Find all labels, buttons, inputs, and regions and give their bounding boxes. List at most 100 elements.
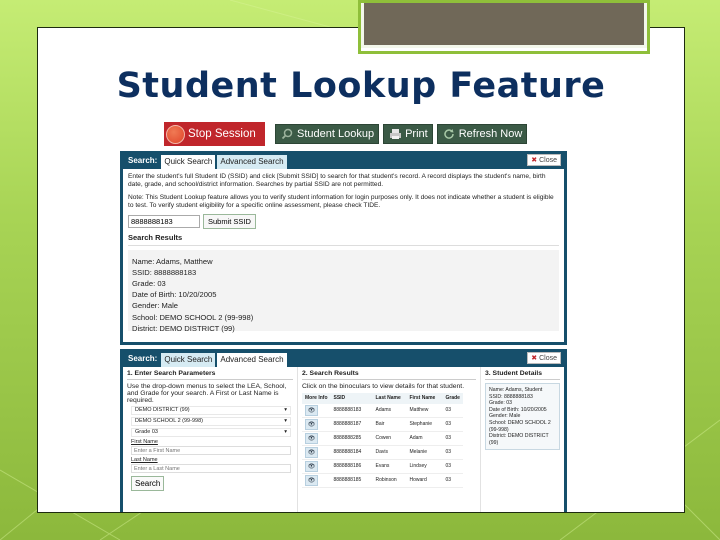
magnifier-icon <box>280 127 294 141</box>
ssid-input[interactable] <box>128 215 200 228</box>
detail-grade: Grade: 03 <box>489 400 513 407</box>
tab-quick-search[interactable]: Quick Search <box>161 353 216 367</box>
close-button[interactable]: ✖ Close <box>527 154 561 166</box>
result-dob: Date of Birth: 10/20/2005 <box>132 290 217 300</box>
student-details-column: 3. Student Details Name: Adams, Student … <box>481 367 564 512</box>
detail-name: Name: Adams, Student <box>489 387 543 393</box>
binoculars-icon[interactable]: 👁 <box>305 461 318 472</box>
binoculars-icon[interactable]: 👁 <box>305 475 318 486</box>
detail-ssid: SSID: 8888888183 <box>489 393 533 400</box>
result-ssid: SSID: 8888888183 <box>132 267 197 277</box>
quick-search-panel: Search: Quick Search Advanced Search ✖ Cl… <box>120 151 567 345</box>
submit-ssid-button[interactable]: Submit SSID <box>203 214 256 229</box>
search-results-title: Search Results <box>128 234 559 246</box>
cell-grade: 03 <box>442 459 463 474</box>
cell-ssid: 8888888187 <box>330 417 373 432</box>
more-info-cell: 👁 <box>302 404 331 418</box>
student-lookup-button[interactable]: Student Lookup <box>275 124 380 144</box>
header-last-name: Last Name <box>372 393 407 404</box>
binoculars-icon[interactable]: 👁 <box>305 405 318 416</box>
more-info-cell: 👁 <box>302 473 331 488</box>
cell-first: Stephanie <box>406 417 443 432</box>
print-button[interactable]: Print <box>383 124 433 144</box>
stop-session-button[interactable]: Stop Session <box>164 122 265 146</box>
school-select-value: DEMO SCHOOL 2 (99-998) <box>135 418 203 424</box>
stop-icon <box>166 124 185 144</box>
student-lookup-label: Student Lookup <box>297 128 375 140</box>
cell-first: Adam <box>406 431 443 446</box>
detail-school: School: DEMO SCHOOL 2 (99-998) <box>489 419 551 433</box>
decorative-box <box>361 0 647 48</box>
table-row: 👁 8888888184 Davis Melanie 03 <box>302 445 463 460</box>
last-name-label: Last Name <box>131 457 158 463</box>
district-select[interactable]: DEMO DISTRICT (99) ▾ <box>131 406 291 415</box>
close-label: Close <box>539 157 557 164</box>
more-info-cell: 👁 <box>302 417 331 432</box>
header-grade: Grade <box>442 393 463 404</box>
parameters-instructions: Use the drop-down menus to select the LE… <box>127 383 287 404</box>
cell-grade: 03 <box>442 473 463 488</box>
cell-last: Adams <box>372 404 407 418</box>
school-select[interactable]: DEMO SCHOOL 2 (99-998) ▾ <box>131 417 291 426</box>
slide: Student Lookup Feature Stop Session Stud… <box>37 27 685 513</box>
table-row: 👁 8888888285 Cowen Adam 03 <box>302 431 463 446</box>
panel-header: Search: Quick Search Advanced Search ✖ Cl… <box>123 151 564 169</box>
student-details-box: Name: Adams, Student SSID: 8888888183 Gr… <box>485 383 560 451</box>
instructions-text: Enter the student's full Student ID (SSI… <box>128 173 546 188</box>
student-details-title: 3. Student Details <box>485 370 560 380</box>
more-info-cell: 👁 <box>302 459 331 474</box>
cell-first: Howard <box>406 473 443 488</box>
result-grade: Grade: 03 <box>132 278 166 288</box>
close-button[interactable]: ✖ Close <box>527 352 561 364</box>
detail-dob: Date of Birth: 10/20/2005 <box>489 406 547 413</box>
refresh-now-button[interactable]: Refresh Now <box>436 124 528 144</box>
first-name-input[interactable] <box>131 446 291 455</box>
cell-last: Bair <box>372 417 407 432</box>
search-label: Search: <box>128 156 158 165</box>
cell-last: Robinson <box>372 473 407 488</box>
grade-select[interactable]: Grade 03 ▾ <box>131 428 291 437</box>
cell-grade: 03 <box>442 445 463 460</box>
tab-advanced-search[interactable]: Advanced Search <box>217 155 287 169</box>
search-results-column: 2. Search Results Click on the binocular… <box>298 367 481 512</box>
binoculars-icon[interactable]: 👁 <box>305 433 318 444</box>
district-select-value: DEMO DISTRICT (99) <box>135 407 190 413</box>
ssid-row: Submit SSID <box>128 214 559 229</box>
cell-first: Lindsey <box>406 459 443 474</box>
search-button[interactable]: Search <box>131 476 165 491</box>
note-text: Note: This Student Lookup feature allows… <box>128 194 554 209</box>
cell-grade: 03 <box>442 404 463 418</box>
search-results-box: Name: Adams, Matthew SSID: 8888888183 Gr… <box>128 249 559 333</box>
panel-header: Search: Quick Search Advanced Search ✖ Cl… <box>123 349 564 367</box>
more-info-cell: 👁 <box>302 431 331 446</box>
binoculars-icon[interactable]: 👁 <box>305 419 318 430</box>
close-icon: ✖ <box>531 157 538 164</box>
tab-advanced-search[interactable]: Advanced Search <box>217 353 287 367</box>
search-label: Search: <box>128 354 158 363</box>
refresh-icon <box>442 127 456 141</box>
header-ssid: SSID <box>330 393 373 404</box>
cell-ssid: 8888888183 <box>330 404 373 418</box>
printer-icon <box>388 127 402 141</box>
advanced-search-body: 1. Enter Search Parameters Use the drop-… <box>123 367 564 512</box>
close-label: Close <box>539 355 557 362</box>
results-table-body: 👁 8888888183 Adams Matthew 03 👁 8888888187 Bair… <box>302 404 463 488</box>
detail-district: District: DEMO DISTRICT (99) <box>489 433 549 446</box>
tab-quick-search[interactable]: Quick Search <box>161 155 216 169</box>
slide-title: Student Lookup Feature <box>116 66 606 106</box>
print-label: Print <box>405 128 428 140</box>
last-name-input[interactable] <box>131 464 291 473</box>
cell-grade: 03 <box>442 431 463 446</box>
result-name: Name: Adams, Matthew <box>132 256 213 266</box>
header-more-info: More Info <box>302 393 331 404</box>
binoculars-icon[interactable]: 👁 <box>305 447 318 458</box>
toolbar: Stop Session Student Lookup Print Refres… <box>164 122 528 146</box>
table-row: 👁 8888888187 Bair Stephanie 03 <box>302 417 463 432</box>
cell-ssid: 8888888184 <box>330 445 373 460</box>
chevron-down-icon: ▾ <box>284 429 287 435</box>
search-parameters-title: 1. Enter Search Parameters <box>127 370 293 380</box>
table-row: 👁 8888888183 Adams Matthew 03 <box>302 404 463 418</box>
cell-last: Cowen <box>372 431 407 446</box>
table-row: 👁 8888888186 Evans Lindsey 03 <box>302 459 463 474</box>
chevron-down-icon: ▾ <box>284 407 287 413</box>
